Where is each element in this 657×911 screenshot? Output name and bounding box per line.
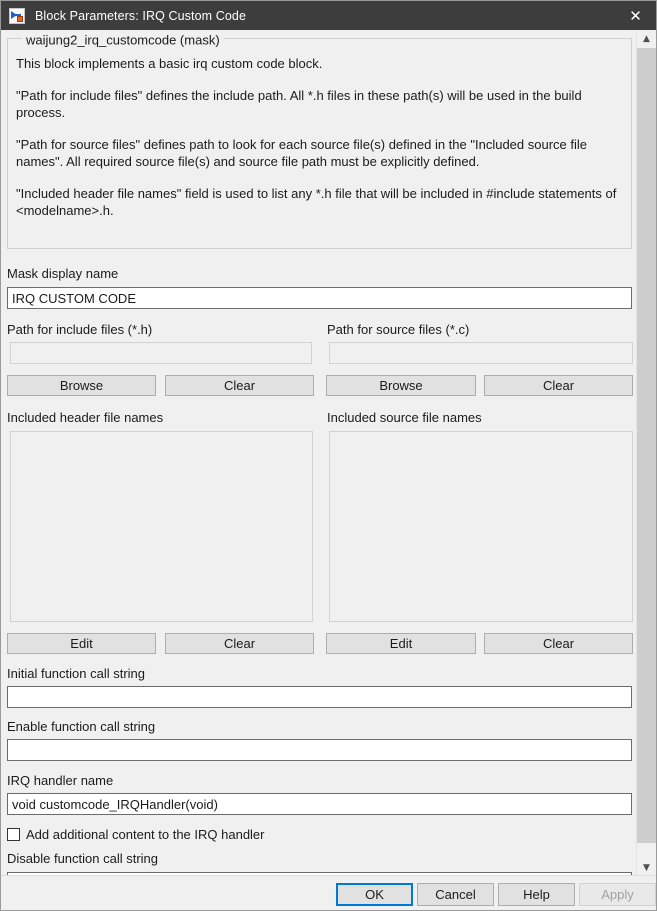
irq-handler-name-label: IRQ handler name [7, 773, 114, 788]
included-header-edit-button[interactable]: Edit [7, 633, 156, 654]
block-parameters-dialog: Block Parameters: IRQ Custom Code ✕ waij… [0, 0, 657, 911]
path-source-input[interactable] [329, 342, 633, 364]
cancel-button[interactable]: Cancel [417, 883, 494, 906]
irq-handler-name-input[interactable] [7, 793, 632, 815]
mask-description-text: This block implements a basic irq custom… [16, 55, 622, 219]
disable-function-call-label: Disable function call string [7, 851, 159, 866]
description-paragraph: This block implements a basic irq custom… [16, 56, 323, 71]
help-button[interactable]: Help [498, 883, 575, 906]
title-bar: Block Parameters: IRQ Custom Code ✕ [1, 1, 656, 30]
included-header-listbox[interactable] [10, 431, 313, 622]
initial-function-call-label: Initial function call string [7, 666, 146, 681]
mask-group-legend: waijung2_irq_customcode (mask) [22, 32, 224, 48]
path-include-browse-button[interactable]: Browse [7, 375, 156, 396]
path-source-browse-button[interactable]: Browse [326, 375, 476, 396]
description-paragraph: "Path for include files" defines the inc… [16, 88, 582, 120]
dialog-footer: OK Cancel Help Apply [1, 875, 656, 910]
window-title: Block Parameters: IRQ Custom Code [35, 8, 247, 23]
description-paragraph: "Included header file names" field is us… [16, 186, 617, 218]
scroll-content: waijung2_irq_customcode (mask) This bloc… [1, 30, 638, 877]
scrollbar-thumb[interactable] [637, 48, 656, 843]
enable-function-call-input[interactable] [7, 739, 632, 761]
dialog-body: waijung2_irq_customcode (mask) This bloc… [1, 30, 656, 877]
add-additional-content-checkbox[interactable]: Add additional content to the IRQ handle… [7, 827, 265, 842]
included-source-clear-button[interactable]: Clear [484, 633, 633, 654]
path-include-clear-button[interactable]: Clear [165, 375, 314, 396]
enable-function-call-label: Enable function call string [7, 719, 156, 734]
simulink-block-icon [9, 7, 25, 24]
included-source-edit-button[interactable]: Edit [326, 633, 476, 654]
path-include-label: Path for include files (*.h) [7, 322, 153, 337]
close-icon[interactable]: ✕ [613, 1, 656, 30]
ok-button[interactable]: OK [336, 883, 413, 906]
scroll-up-icon[interactable]: ▲ [637, 30, 656, 48]
mask-description-group: waijung2_irq_customcode (mask) This bloc… [7, 32, 632, 249]
included-header-label: Included header file names [7, 410, 164, 425]
vertical-scrollbar[interactable]: ▲ ▼ [636, 30, 656, 877]
mask-display-name-label: Mask display name [7, 266, 119, 281]
path-source-label: Path for source files (*.c) [327, 322, 470, 337]
initial-function-call-input[interactable] [7, 686, 632, 708]
description-paragraph: "Path for source files" defines path to … [16, 137, 587, 169]
included-source-listbox[interactable] [329, 431, 633, 622]
path-source-clear-button[interactable]: Clear [484, 375, 633, 396]
mask-display-name-input[interactable] [7, 287, 632, 309]
included-header-clear-button[interactable]: Clear [165, 633, 314, 654]
included-source-label: Included source file names [327, 410, 482, 425]
checkbox-box-icon [7, 828, 20, 841]
add-additional-content-label: Add additional content to the IRQ handle… [26, 827, 265, 842]
path-include-input[interactable] [10, 342, 312, 364]
apply-button[interactable]: Apply [579, 883, 656, 906]
